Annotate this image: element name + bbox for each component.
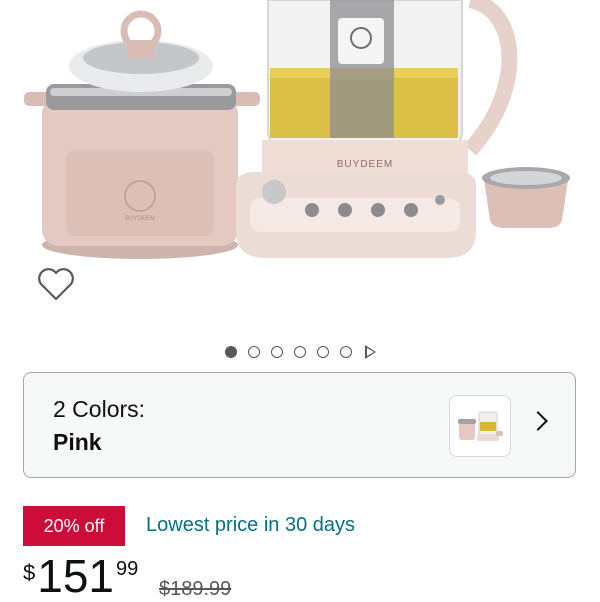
carousel-dot[interactable] bbox=[316, 346, 329, 358]
image-carousel-indicator bbox=[0, 340, 600, 364]
list-price: $189.99 bbox=[159, 578, 232, 600]
chevron-right-icon bbox=[528, 411, 548, 431]
carousel-dot[interactable] bbox=[224, 346, 237, 358]
wishlist-button[interactable] bbox=[34, 262, 78, 306]
carousel-dot[interactable] bbox=[293, 346, 306, 358]
kettle-brand-text: BUYDEEM bbox=[337, 159, 393, 170]
variant-thumbnail bbox=[449, 395, 511, 457]
color-variant-selector[interactable]: 2 Colors: Pink bbox=[23, 372, 576, 478]
carousel-dot[interactable] bbox=[339, 346, 352, 358]
play-icon[interactable] bbox=[364, 345, 376, 359]
discount-badge: 20% off bbox=[23, 506, 125, 546]
price-whole: 151 bbox=[37, 550, 114, 602]
tea-cup bbox=[482, 167, 570, 228]
price-currency-symbol: $ bbox=[23, 560, 36, 585]
heart-outline-icon bbox=[38, 268, 74, 301]
variant-thumbnail-image bbox=[458, 411, 503, 441]
product-photo: BUYDEEM BUYDEEM bbox=[24, 0, 570, 259]
tea-kettle: BUYDEEM bbox=[236, 0, 518, 258]
variant-label: 2 Colors: bbox=[53, 396, 146, 422]
deal-description: Lowest price in 30 days bbox=[146, 514, 356, 536]
carousel-dot[interactable] bbox=[247, 346, 260, 358]
current-price: $ 151 99 bbox=[23, 552, 138, 600]
selected-variant-value: Pink bbox=[53, 429, 102, 455]
pot-brand-text: BUYDEEM bbox=[125, 216, 155, 222]
stock-pot: BUYDEEM bbox=[24, 10, 260, 259]
price-fraction: 99 bbox=[116, 558, 139, 580]
carousel-dot[interactable] bbox=[270, 346, 283, 358]
product-image[interactable]: BUYDEEM BUYDEEM bbox=[0, 0, 600, 320]
